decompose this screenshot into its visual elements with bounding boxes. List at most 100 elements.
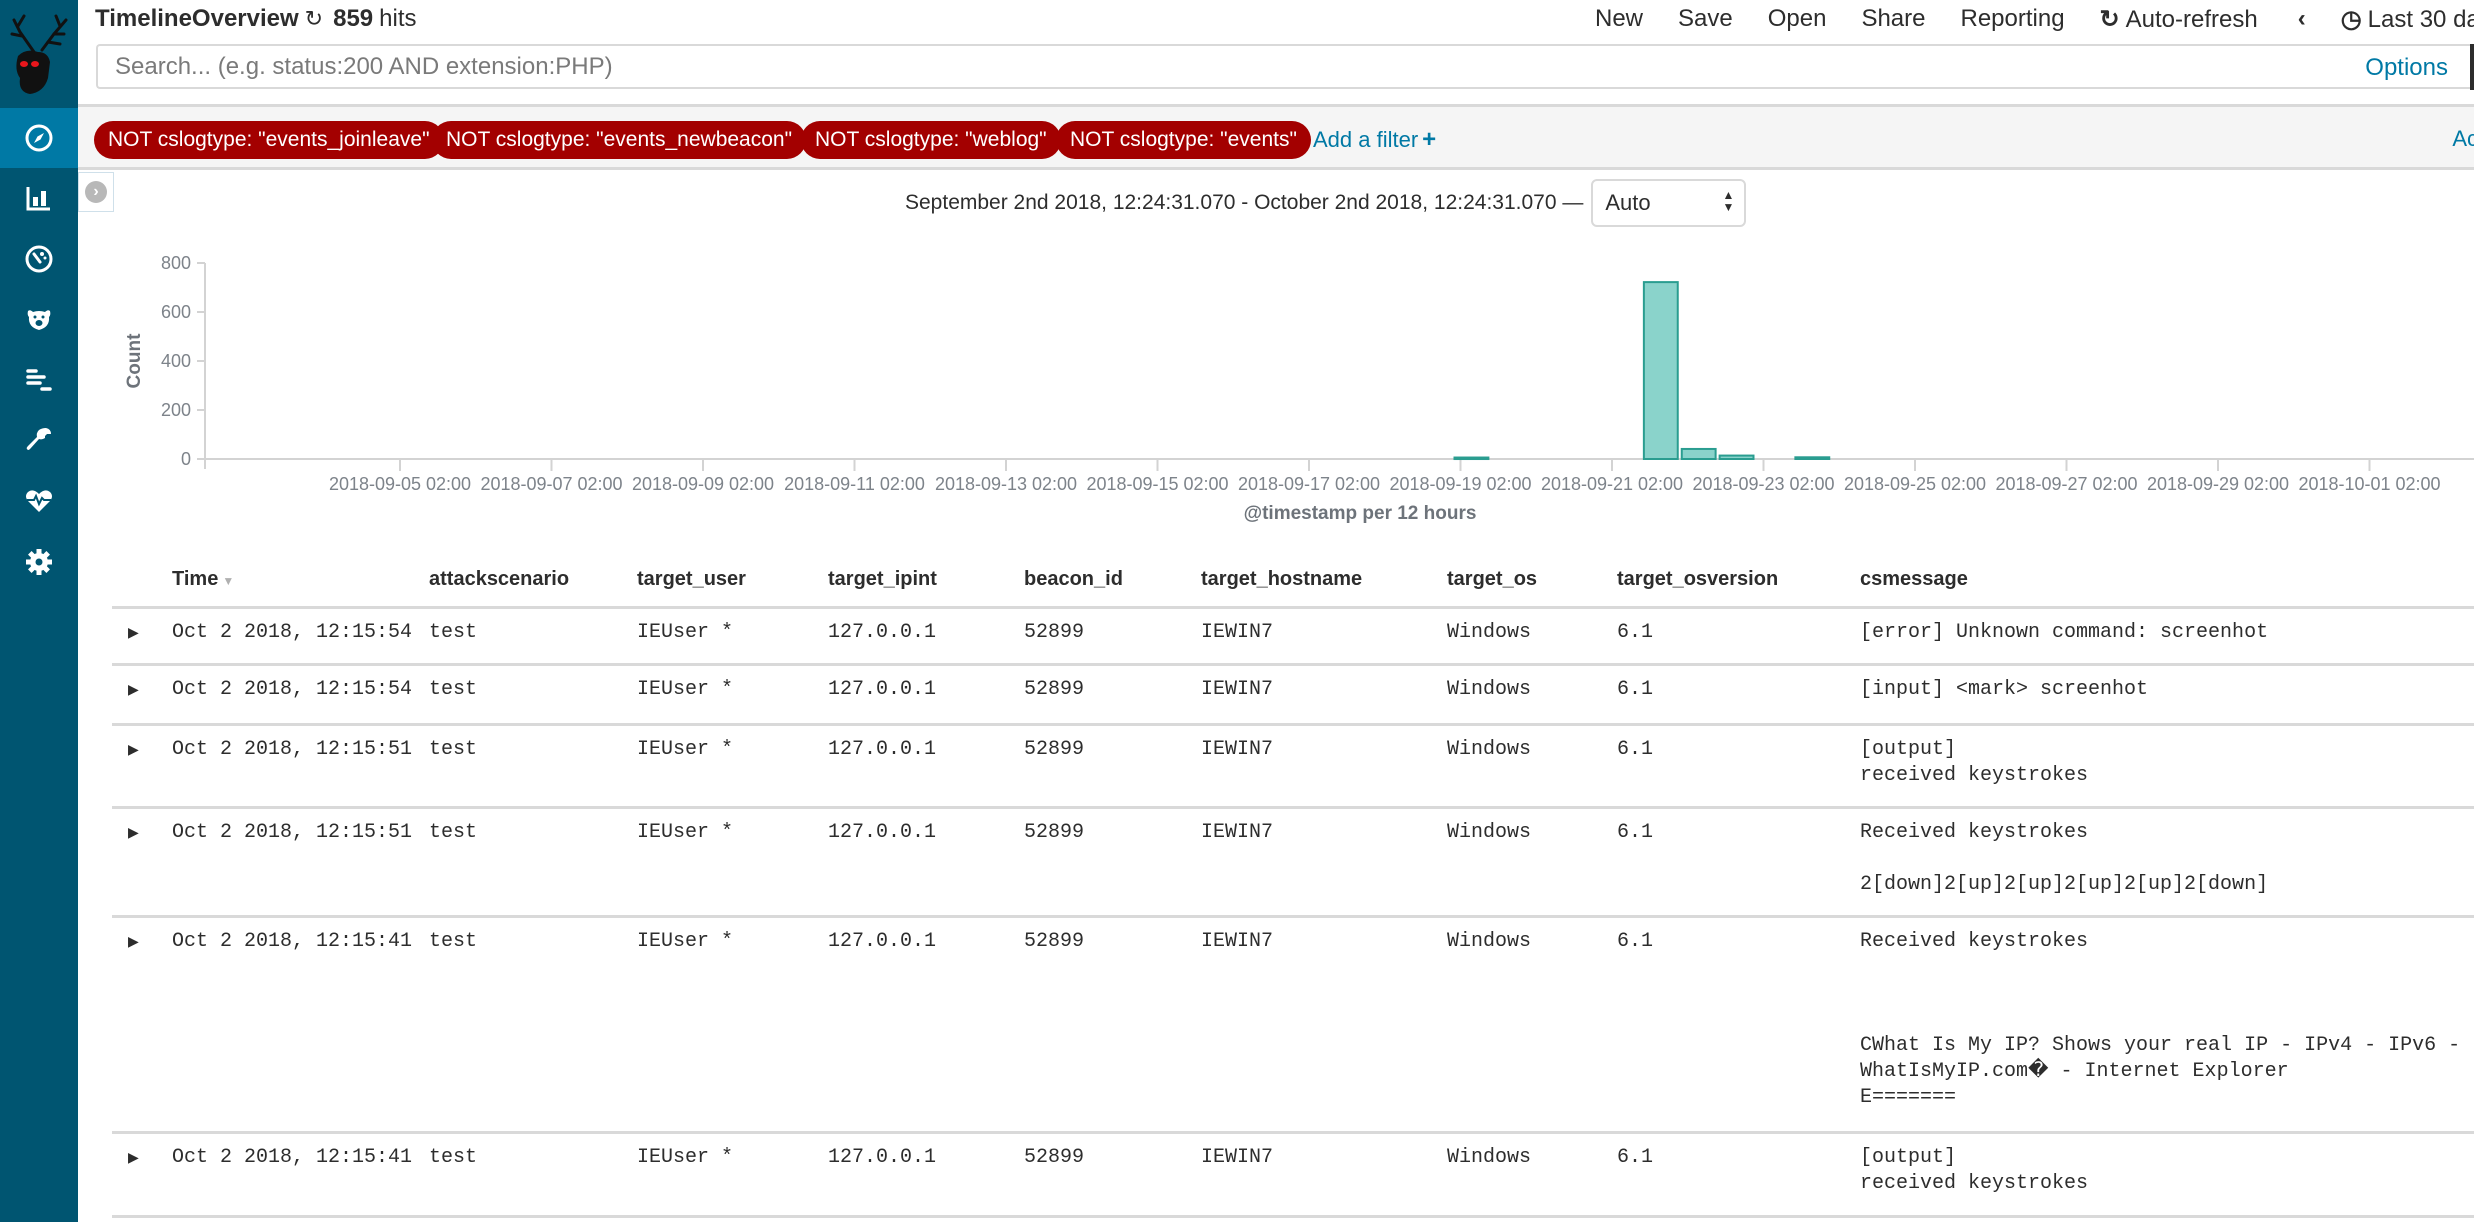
- actions-link[interactable]: Ac: [2452, 126, 2474, 152]
- cell-target-osversion: 6.1: [1617, 930, 1654, 953]
- histogram-bar: [1680, 447, 1717, 461]
- cell-beacon-id: 52899: [1024, 678, 1085, 701]
- search-input[interactable]: [98, 46, 1998, 87]
- share-button[interactable]: Share: [1861, 5, 1925, 34]
- x-tick-label: 2018-09-25 02:00: [1844, 474, 1986, 494]
- wrench-icon: [26, 428, 51, 450]
- cell-attackscenario: test: [429, 738, 478, 761]
- open-button[interactable]: Open: [1768, 5, 1827, 34]
- expand-row-icon[interactable]: ▶: [128, 741, 139, 758]
- cell-target-os: Windows: [1447, 738, 1532, 761]
- row-divider: [112, 606, 2474, 609]
- filter-pill[interactable]: NOT cslogtype: "weblog": [801, 121, 1061, 159]
- column-header-target-user[interactable]: target_user: [637, 568, 746, 591]
- cell-target-osversion: 6.1: [1617, 738, 1654, 761]
- histogram-chart: 0 200 400 600 800 2018-09-05 02:00 2018-09-07 …: [110, 240, 2474, 530]
- sidebar-item-management[interactable]: [0, 532, 78, 592]
- cell-target-user: IEUser *: [637, 1146, 734, 1169]
- top-nav: TimelineOverview ↻ 859 hits New Save Ope…: [78, 0, 2474, 40]
- cell-target-hostname: IEWIN7: [1201, 621, 1274, 644]
- column-header-label: csmessage: [1860, 568, 1968, 590]
- y-tick-label: 800: [161, 253, 191, 273]
- cell-target-hostname: IEWIN7: [1201, 738, 1274, 761]
- column-header-label: target_os: [1447, 568, 1538, 590]
- sidebar-item-discover[interactable]: [0, 108, 78, 168]
- cell-attackscenario: test: [429, 821, 478, 844]
- cell-target-ipint: 127.0.0.1: [828, 930, 937, 953]
- sort-desc-icon[interactable]: ▼: [222, 574, 234, 588]
- histogram-bar: [1453, 456, 1490, 461]
- cell-target-os: Windows: [1447, 678, 1532, 701]
- column-header-target-os[interactable]: target_os: [1447, 568, 1537, 591]
- expand-row-icon[interactable]: ▶: [128, 824, 139, 841]
- expand-row-icon[interactable]: ▶: [128, 1149, 139, 1166]
- sidebar-item-dev-tools[interactable]: [0, 410, 78, 470]
- bar-chart-icon: [26, 187, 50, 211]
- time-picker[interactable]: ◷Last 30 day: [2341, 5, 2474, 34]
- auto-refresh-label: Auto-refresh: [2125, 6, 2258, 33]
- sidebar-item-visualize[interactable]: [0, 168, 78, 228]
- cell-csmessage: [input] <mark> screenhot: [1860, 678, 2149, 701]
- filter-pill[interactable]: NOT cslogtype: "events_joinleave": [94, 121, 444, 159]
- add-filter-button[interactable]: Add a filter +: [1313, 126, 1436, 154]
- cell-beacon-id: 52899: [1024, 621, 1085, 644]
- sidebar-item-dashboard[interactable]: [0, 229, 78, 289]
- column-header-target-ipint[interactable]: target_ipint: [828, 568, 937, 591]
- refresh-icon[interactable]: ↻: [305, 6, 323, 32]
- histogram-bar: [1794, 456, 1831, 461]
- column-header-beacon-id[interactable]: beacon_id: [1024, 568, 1123, 591]
- expand-row-icon[interactable]: ▶: [128, 624, 139, 641]
- collapse-sidebar-button[interactable]: ›: [78, 172, 114, 212]
- expand-row-icon[interactable]: ▶: [128, 681, 139, 698]
- save-button[interactable]: Save: [1678, 5, 1733, 34]
- options-button[interactable]: Options: [2365, 54, 2448, 82]
- sidebar-item-apm[interactable]: [0, 350, 78, 410]
- column-header-target-hostname[interactable]: target_hostname: [1201, 568, 1362, 591]
- cell-target-ipint: 127.0.0.1: [828, 1146, 937, 1169]
- column-header-label: attackscenario: [429, 568, 570, 590]
- cell-attackscenario: test: [429, 678, 478, 701]
- sidebar-item-monitoring[interactable]: [0, 471, 78, 531]
- x-tick-label: 2018-09-15 02:00: [1086, 474, 1228, 494]
- cell-beacon-id: 52899: [1024, 821, 1085, 844]
- column-header-label: target_user: [637, 568, 746, 590]
- timeline-bars-icon: [26, 369, 52, 391]
- cell-target-os: Windows: [1447, 621, 1532, 644]
- auto-refresh-button[interactable]: ↻ Auto-refresh: [2100, 5, 2258, 34]
- row-divider: [112, 806, 2474, 809]
- row-divider: [112, 1215, 2474, 1218]
- sidebar-item-timelion[interactable]: [0, 290, 78, 350]
- time-range-label: Last 30 day: [2367, 6, 2474, 33]
- deer-head-icon: [10, 14, 68, 94]
- column-header-time[interactable]: Time ▼: [172, 568, 234, 591]
- cell-target-hostname: IEWIN7: [1201, 930, 1274, 953]
- interval-select[interactable]: Auto ▲ ▼: [1591, 179, 1747, 227]
- deer-logo[interactable]: [0, 0, 78, 108]
- filter-pill[interactable]: NOT cslogtype: "events": [1056, 121, 1311, 159]
- add-filter-label: Add a filter: [1313, 127, 1419, 152]
- row-divider: [112, 915, 2474, 918]
- expand-row-icon[interactable]: ▶: [128, 933, 139, 950]
- column-header-target-osversion[interactable]: target_osversion: [1617, 568, 1778, 591]
- time-back-button[interactable]: ‹: [2298, 5, 2306, 34]
- reporting-button[interactable]: Reporting: [1960, 5, 2064, 34]
- cell-target-ipint: 127.0.0.1: [828, 738, 937, 761]
- cell-csmessage: [output] received keystrokes: [1860, 738, 2089, 787]
- new-button[interactable]: New: [1595, 5, 1643, 34]
- histogram-bar: [1718, 454, 1755, 461]
- cell-attackscenario: test: [429, 930, 478, 953]
- row-divider: [112, 723, 2474, 726]
- y-tick-label: 400: [161, 351, 191, 371]
- search-submit-edge[interactable]: [2470, 44, 2474, 90]
- y-axis-title: Count: [124, 333, 145, 389]
- cell-target-ipint: 127.0.0.1: [828, 621, 937, 644]
- cell-csmessage: [error] Unknown command: screenhot: [1860, 621, 2269, 644]
- x-tick-label: 2018-09-11 02:00: [784, 474, 925, 494]
- column-header-attackscenario[interactable]: attackscenario: [429, 568, 569, 591]
- filter-pill[interactable]: NOT cslogtype: "events_newbeacon": [432, 121, 807, 159]
- cell-target-hostname: IEWIN7: [1201, 678, 1274, 701]
- column-header-label: beacon_id: [1024, 568, 1123, 590]
- column-header-csmessage[interactable]: csmessage: [1860, 568, 1968, 591]
- select-arrows-icon: ▲ ▼: [1722, 188, 1735, 214]
- heartbeat-icon: [26, 490, 52, 512]
